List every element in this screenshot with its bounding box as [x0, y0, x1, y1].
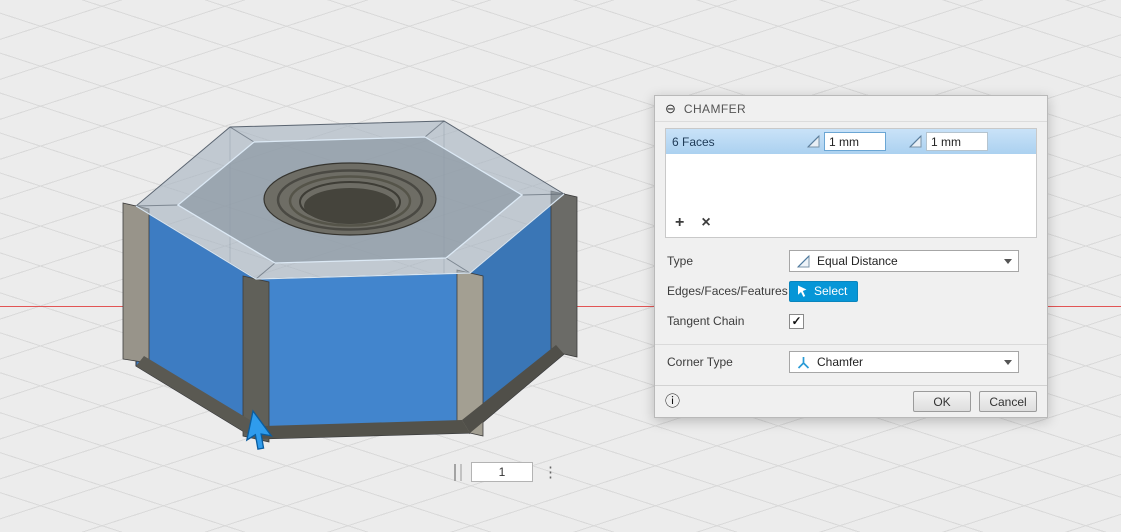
- dialog-footer: ⓘ OK Cancel: [655, 385, 1047, 417]
- distance2-input[interactable]: 1 mm: [926, 132, 988, 151]
- chamfer-distance-icon: [806, 134, 821, 149]
- type-label: Type: [667, 254, 789, 268]
- dialog-titlebar[interactable]: ⊖ CHAMFER: [655, 96, 1047, 122]
- model-chamfer-strip[interactable]: [123, 203, 149, 363]
- ok-button[interactable]: OK: [913, 391, 971, 412]
- add-selection-button[interactable]: +: [675, 215, 684, 231]
- select-cursor-icon: [797, 285, 809, 298]
- corner-type-value: Chamfer: [817, 355, 863, 369]
- tangent-chain-row: Tangent Chain ✓: [655, 306, 1047, 336]
- chamfer-corner-icon: [796, 355, 811, 370]
- remove-selection-button[interactable]: ×: [701, 215, 710, 231]
- equal-distance-icon: [796, 254, 811, 269]
- model-chamfer-strip[interactable]: [551, 191, 577, 357]
- edges-row: Edges/Faces/Features Select: [655, 276, 1047, 306]
- corner-type-label: Corner Type: [667, 355, 789, 369]
- type-value: Equal Distance: [817, 254, 898, 268]
- model-hole-bottom: [304, 188, 396, 224]
- tangent-chain-checkbox[interactable]: ✓: [789, 314, 804, 329]
- selection-row[interactable]: 6 Faces 1 mm 1 mm: [666, 129, 1036, 154]
- selection-count-label: 6 Faces: [672, 135, 806, 149]
- corner-type-dropdown[interactable]: Chamfer: [789, 351, 1019, 373]
- cancel-button[interactable]: Cancel: [979, 391, 1037, 412]
- tangent-chain-label: Tangent Chain: [667, 314, 789, 328]
- chamfer-dialog: ⊖ CHAMFER 6 Faces 1 mm 1 mm: [654, 95, 1048, 418]
- parameter-rows: Type Equal Distance Edges/Faces/Features: [655, 238, 1047, 379]
- timeline-marker-icon[interactable]: [454, 464, 464, 481]
- timeline-menu-button[interactable]: ⋮: [540, 465, 561, 480]
- selection-table: 6 Faces 1 mm 1 mm + ×: [665, 128, 1037, 238]
- selection-actions: + ×: [666, 211, 1036, 237]
- type-row: Type Equal Distance: [655, 246, 1047, 276]
- hex-nut-model[interactable]: [110, 95, 590, 465]
- timeline-widget: 1 ⋮: [454, 462, 561, 482]
- chevron-down-icon: [1004, 259, 1012, 268]
- model-face-front[interactable]: [256, 273, 470, 439]
- distance1-input[interactable]: 1 mm: [824, 132, 886, 151]
- viewport[interactable]: 1 ⋮ ⊖ CHAMFER 6 Faces 1 mm: [0, 0, 1121, 532]
- type-dropdown[interactable]: Equal Distance: [789, 250, 1019, 272]
- collapse-icon[interactable]: ⊖: [665, 102, 676, 115]
- info-icon[interactable]: ⓘ: [665, 394, 680, 409]
- dialog-title: CHAMFER: [684, 102, 746, 116]
- select-button-label: Select: [814, 284, 847, 298]
- edges-label: Edges/Faces/Features: [667, 284, 789, 298]
- chevron-down-icon: [1004, 360, 1012, 369]
- timeline-position-input[interactable]: 1: [471, 462, 533, 482]
- chamfer-distance-icon: [908, 134, 923, 149]
- corner-type-row: Corner Type Chamfer: [655, 345, 1047, 379]
- select-button[interactable]: Select: [789, 281, 858, 302]
